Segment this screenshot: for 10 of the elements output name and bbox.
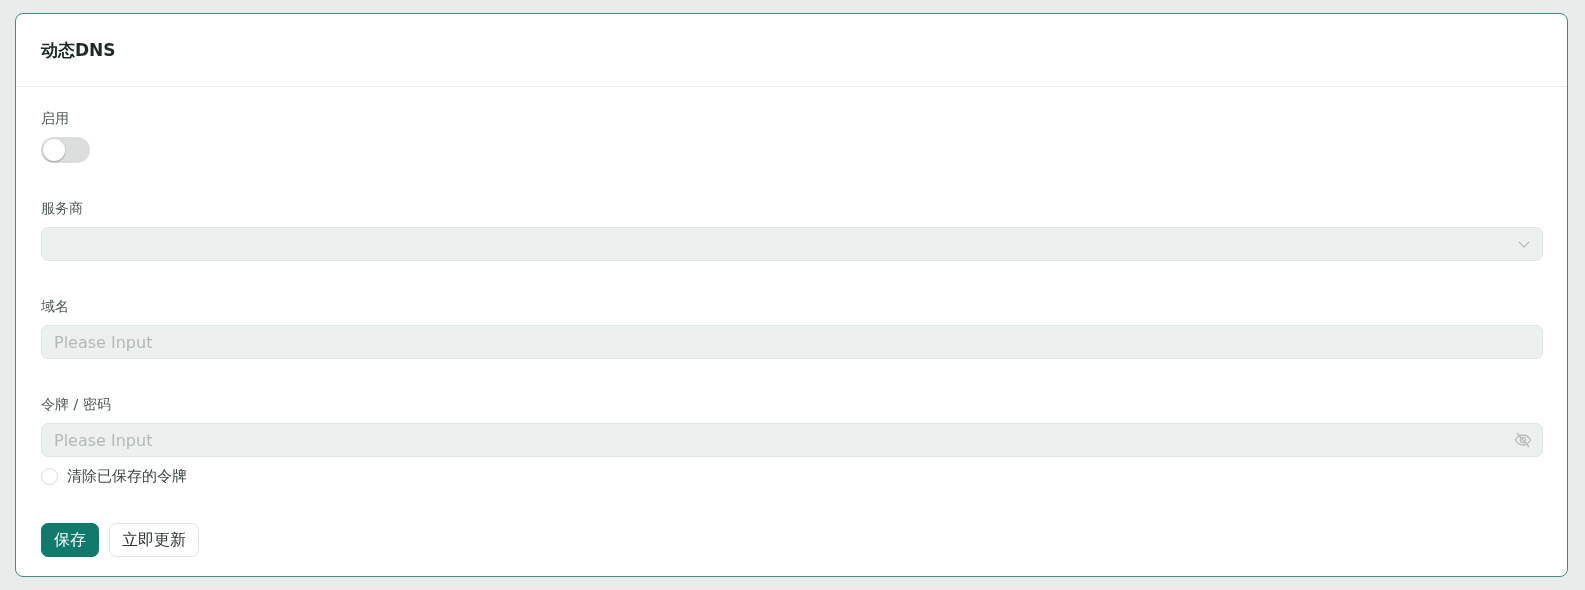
toggle-switch[interactable] [41,137,90,163]
field-label: 启用 [41,110,69,128]
checkbox[interactable] [41,468,58,485]
checkbox-label: 清除已保存的令牌 [67,467,187,486]
field-label: 服务商 [41,200,83,218]
field-label: 令牌 / 密码 [41,396,111,414]
card-title: 动态DNS [41,38,116,62]
update-button[interactable]: 立即更新 [109,523,199,557]
save-button[interactable]: 保存 [41,523,99,557]
field-label: 域名 [41,298,69,316]
